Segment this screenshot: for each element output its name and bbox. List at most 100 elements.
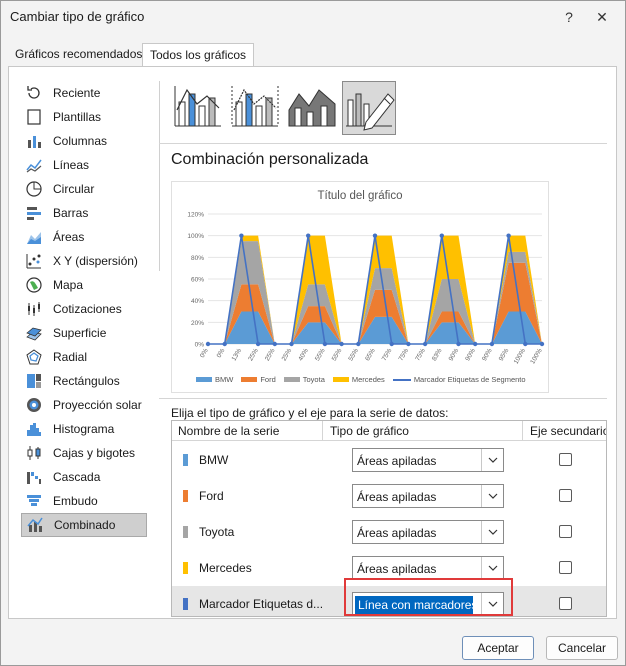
tab-all-charts[interactable]: Todos los gráficos <box>142 43 255 68</box>
y-tick-label: 120% <box>187 212 204 219</box>
funnel-chart-icon <box>25 492 43 510</box>
close-button[interactable]: ✕ <box>588 5 616 29</box>
chevron-down-icon[interactable] <box>481 521 503 543</box>
chart-type-dropdown[interactable]: Áreas apiladas <box>352 520 504 544</box>
scatter-chart-icon <box>25 252 43 270</box>
line-marker <box>272 341 277 347</box>
sunburst-chart-icon <box>25 396 43 414</box>
x-tick-label: 95% <box>498 347 511 362</box>
sidebar-item-label: Áreas <box>53 230 85 244</box>
chart-subtype-thumb[interactable] <box>171 81 225 135</box>
sidebar-item-box-whisker-chart[interactable]: Cajas y bigotes <box>21 441 147 465</box>
sidebar-item-treemap-chart[interactable]: Rectángulos <box>21 369 147 393</box>
chevron-down-icon[interactable] <box>481 449 503 471</box>
secondary-axis-checkbox[interactable] <box>559 453 572 466</box>
sidebar-item-radar-chart[interactable]: Radial <box>21 345 147 369</box>
sidebar-item-line-chart[interactable]: Líneas <box>21 153 147 177</box>
cancel-button[interactable]: Cancelar <box>546 636 618 660</box>
series-row: Toyota Áreas apiladas <box>172 514 606 550</box>
secondary-axis-checkbox[interactable] <box>559 597 572 610</box>
line-marker <box>356 341 361 347</box>
legend-label: BMW <box>215 375 234 384</box>
sidebar-item-area-chart[interactable]: Áreas <box>21 225 147 249</box>
area-chart-icon <box>25 228 43 246</box>
chart-type-dropdown[interactable]: Áreas apiladas <box>352 556 504 580</box>
chart-type-dropdown[interactable]: Áreas apiladas <box>352 484 504 508</box>
series-name: Marcador Etiquetas d... <box>199 597 324 611</box>
sidebar-item-column-chart[interactable]: Columnas <box>21 129 147 153</box>
line-chart-icon <box>25 156 43 174</box>
legend-item: Ford <box>241 375 276 384</box>
chart-plot: 0%20%40%60%80%100%120%0% 0% 13% 25% 25% 25% 40… <box>187 212 545 365</box>
sidebar-item-label: Reciente <box>53 86 101 100</box>
x-tick-label: 13% <box>231 347 244 362</box>
sidebar-item-label: Proyección solar <box>53 398 142 412</box>
sidebar-item-templates[interactable]: Plantillas <box>21 105 147 129</box>
secondary-axis-checkbox[interactable] <box>559 561 572 574</box>
line-marker <box>239 233 244 238</box>
divider <box>159 398 607 399</box>
line-marker <box>523 341 528 347</box>
series-prompt: Elija el tipo de gráfico y el eje para l… <box>171 406 449 420</box>
y-tick-label: 100% <box>187 233 204 240</box>
series-color-swatch <box>183 454 188 466</box>
legend-label: Marcador Etiquetas de Segmento <box>413 375 526 384</box>
column-chart-icon <box>25 132 43 150</box>
sidebar-item-pie-chart[interactable]: Circular <box>21 177 147 201</box>
chart-subtype-thumb[interactable] <box>342 81 396 135</box>
secondary-axis-checkbox[interactable] <box>559 489 572 502</box>
ok-button[interactable]: Aceptar <box>462 636 534 660</box>
recent-icon <box>25 84 43 102</box>
surface-chart-icon <box>25 324 43 342</box>
series-name: BMW <box>199 453 229 467</box>
sidebar-item-map-chart[interactable]: Mapa <box>21 273 147 297</box>
line-marker <box>222 341 227 347</box>
chart-type-value: Áreas apiladas <box>357 562 437 576</box>
x-tick-label: 83% <box>431 347 444 362</box>
x-tick-label: 75% <box>414 347 427 362</box>
pie-chart-icon <box>25 180 43 198</box>
combo-area-column-icon <box>285 80 339 137</box>
sidebar-item-combo-chart[interactable]: Combinado <box>21 513 147 537</box>
map-chart-icon <box>25 276 43 294</box>
sidebar-item-label: Histograma <box>53 422 115 436</box>
sidebar-item-bar-chart[interactable]: Barras <box>21 201 147 225</box>
sidebar-item-scatter-chart[interactable]: X Y (dispersión) <box>21 249 147 273</box>
sidebar-item-label: Plantillas <box>53 110 102 124</box>
series-row: Ford Áreas apiladas <box>172 478 606 514</box>
help-button[interactable]: ? <box>555 5 583 29</box>
chart-subtype-thumb[interactable] <box>285 81 339 135</box>
series-name: Toyota <box>199 525 235 539</box>
chevron-down-icon[interactable] <box>481 557 503 579</box>
line-marker <box>322 341 328 347</box>
line-marker <box>489 341 495 347</box>
chart-type-list: Reciente Plantillas Columnas Líneas Circular… <box>21 81 147 537</box>
secondary-axis-checkbox[interactable] <box>559 525 572 538</box>
x-tick-label: 75% <box>398 347 411 362</box>
tab-recommended-charts[interactable]: Gráficos recomendados <box>8 43 149 67</box>
chart-subtype-thumb[interactable] <box>228 81 282 135</box>
sidebar-item-surface-chart[interactable]: Superficie <box>21 321 147 345</box>
sidebar-item-sunburst-chart[interactable]: Proyección solar <box>21 393 147 417</box>
sidebar-item-stock-chart[interactable]: Cotizaciones <box>21 297 147 321</box>
line-marker <box>439 233 444 238</box>
x-tick-label: 25% <box>264 347 277 362</box>
vertical-divider <box>159 81 160 271</box>
highlight-annotation-box <box>344 578 513 616</box>
sidebar-item-funnel-chart[interactable]: Embudo <box>21 489 147 513</box>
legend-swatch <box>332 377 349 382</box>
sidebar-item-label: Barras <box>53 206 89 220</box>
box-whisker-chart-icon <box>25 444 43 462</box>
chevron-down-icon[interactable] <box>481 485 503 507</box>
sidebar-item-recent[interactable]: Reciente <box>21 81 147 105</box>
bar-chart-icon <box>25 204 43 222</box>
legend-label: Toyota <box>302 375 325 384</box>
sidebar-item-waterfall-chart[interactable]: Cascada <box>21 465 147 489</box>
y-tick-label: 20% <box>191 320 204 327</box>
sidebar-item-label: Columnas <box>53 134 108 148</box>
chart-type-value: Áreas apiladas <box>357 490 437 504</box>
header-separator <box>522 421 523 441</box>
chart-type-dropdown[interactable]: Áreas apiladas <box>352 448 504 472</box>
sidebar-item-label: Radial <box>53 350 88 364</box>
sidebar-item-histogram-chart[interactable]: Histograma <box>21 417 147 441</box>
